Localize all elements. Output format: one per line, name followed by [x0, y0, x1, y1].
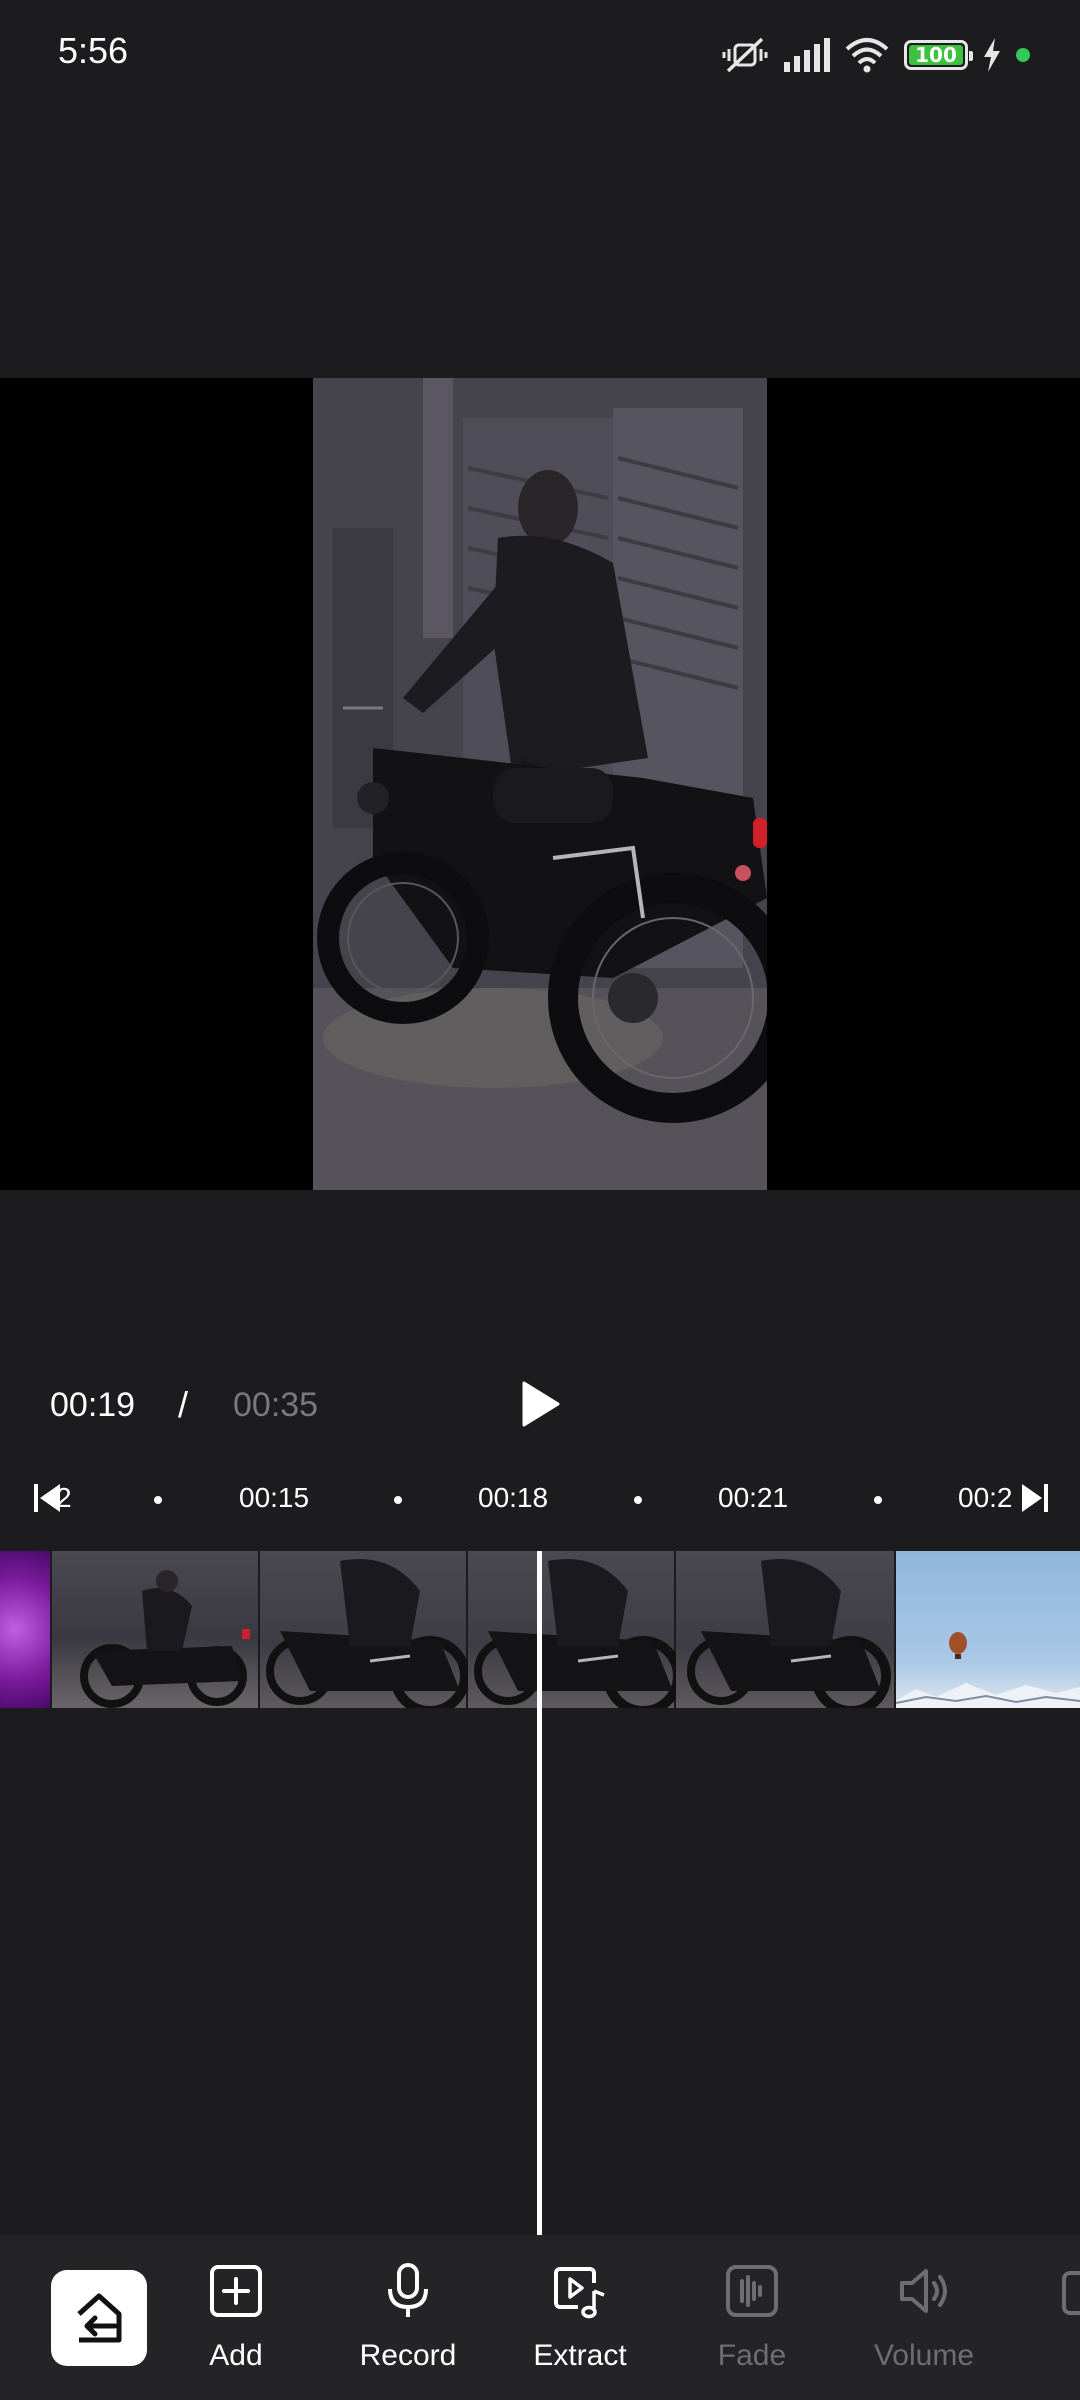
status-time: 5:56 — [58, 30, 129, 71]
battery-level: 100 — [915, 43, 957, 67]
clip-thumbnail — [676, 1551, 896, 1708]
playback-row: 00:19 / 00:35 — [0, 1370, 1080, 1446]
ruler-label: 00:2 — [958, 1482, 1013, 1513]
wifi-icon — [845, 38, 889, 73]
balloon-landscape-image — [895, 1632, 1080, 1708]
clip-thumbnail — [52, 1551, 260, 1708]
time-separator: / — [178, 1384, 189, 1425]
clip-thumbnail — [0, 1551, 52, 1708]
add-button[interactable]: Add — [161, 2261, 311, 2381]
extract-button[interactable]: Extract — [505, 2261, 655, 2381]
clip-frame-image — [80, 1570, 250, 1708]
total-time: 00:35 — [233, 1386, 319, 1424]
jump-to-end-button[interactable] — [1012, 1478, 1052, 1518]
clip-frame-image — [266, 1559, 470, 1708]
timeline-ruler[interactable]: 2 00:15 00:18 00:21 00:2 — [0, 1470, 1080, 1526]
add-icon — [210, 2265, 262, 2317]
ruler-tick — [154, 1496, 162, 1504]
record-button[interactable]: Record — [333, 2261, 483, 2381]
play-icon — [522, 1381, 560, 1427]
ruler-label: 00:15 — [239, 1482, 310, 1513]
privacy-indicator-dot — [1016, 48, 1030, 62]
motorcycle-rider-image — [313, 378, 767, 1190]
clip-frame-image — [687, 1559, 891, 1708]
audio-toolbar: Add Record Extract Fade Volume — [0, 2235, 1080, 2400]
fade-button[interactable]: Fade — [677, 2261, 827, 2381]
battery-icon: 100 — [904, 40, 973, 70]
cellular-signal-icon — [784, 38, 830, 72]
fade-label: Fade — [717, 2339, 787, 2372]
mute-vibrate-icon — [722, 37, 768, 73]
volume-button[interactable]: Volume — [849, 2261, 999, 2381]
status-bar: 5:56 100 — [0, 0, 1080, 110]
back-button[interactable] — [51, 2270, 147, 2366]
fade-icon — [726, 2265, 778, 2317]
clip-thumbnail — [260, 1551, 470, 1708]
ruler-label: 00:18 — [478, 1482, 549, 1513]
video-frame — [313, 378, 767, 1190]
ruler-label: 2 — [56, 1482, 72, 1513]
ruler-label: 00:21 — [718, 1482, 789, 1513]
clip-thumbnail — [895, 1551, 1080, 1708]
clip-thumbnail — [468, 1551, 683, 1708]
add-label: Add — [209, 2339, 263, 2372]
ruler-tick — [634, 1496, 642, 1504]
volume-icon — [900, 2269, 947, 2313]
charging-bolt-icon — [984, 38, 1000, 72]
ruler-tick — [874, 1496, 882, 1504]
play-button[interactable] — [512, 1376, 568, 1432]
exit-arrow-icon — [77, 2293, 122, 2343]
next-tool-partial[interactable] — [1062, 2271, 1080, 2315]
skip-to-end-icon — [1022, 1484, 1048, 1512]
status-icons: 100 — [722, 30, 1030, 80]
record-label: Record — [359, 2339, 457, 2372]
microphone-icon — [388, 2263, 428, 2317]
volume-label: Volume — [873, 2339, 975, 2372]
extract-audio-icon — [554, 2267, 605, 2319]
ruler-tick — [394, 1496, 402, 1504]
video-preview[interactable] — [0, 378, 1080, 1190]
clip-frame-image — [474, 1559, 683, 1708]
extract-label: Extract — [533, 2339, 627, 2372]
playhead[interactable] — [537, 1551, 542, 2235]
current-time: 00:19 — [50, 1386, 136, 1424]
